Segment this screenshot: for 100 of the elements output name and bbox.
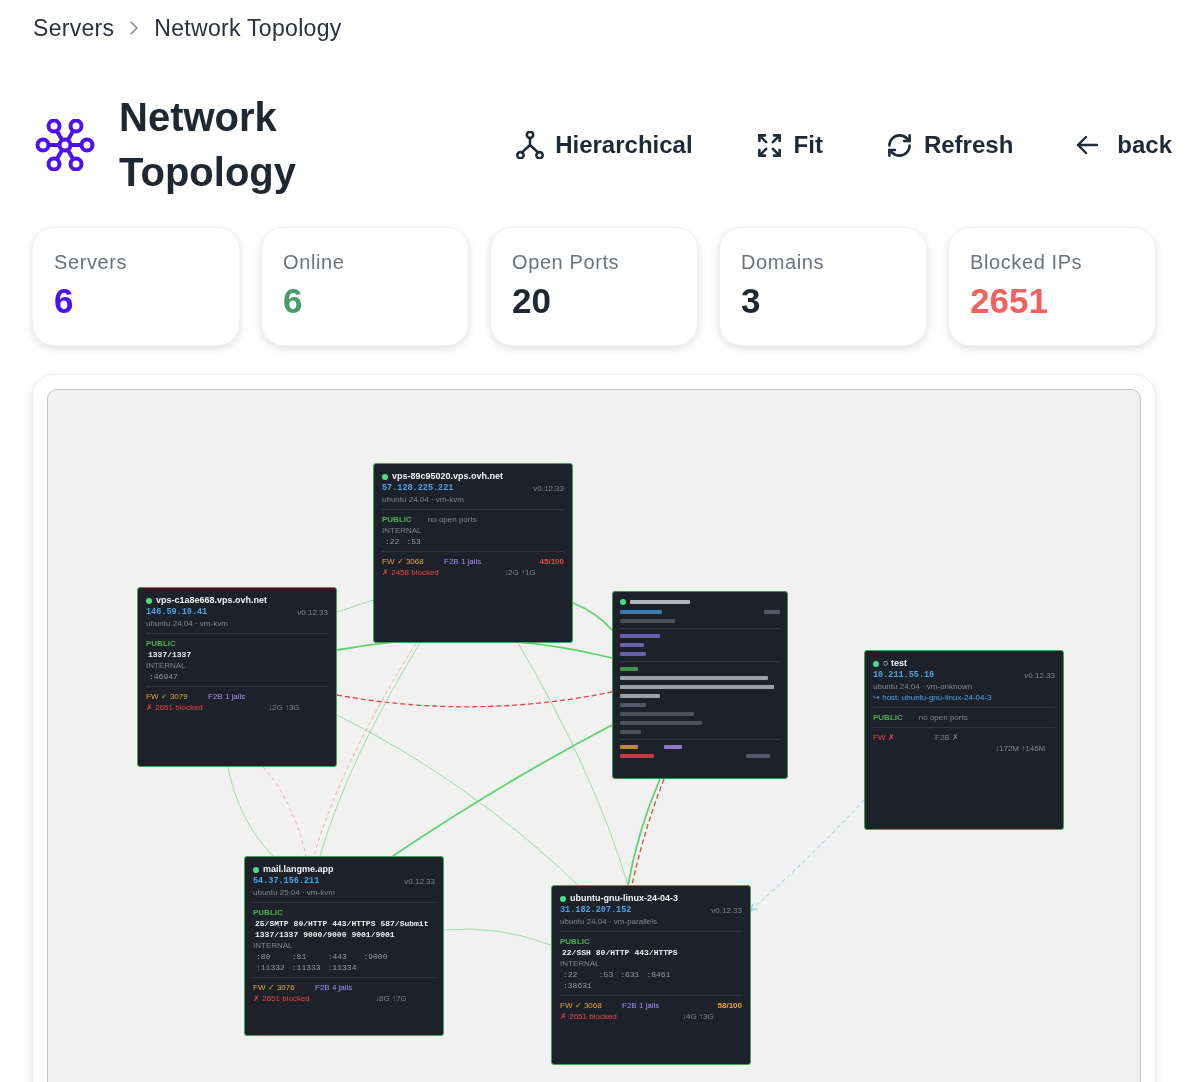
port-label: 80/HTTP bbox=[595, 947, 630, 958]
stat-label: Online bbox=[283, 250, 345, 274]
server-name: mail.langme.app bbox=[263, 863, 334, 876]
host-link[interactable]: ↪ host: ubuntu-gnu-linux-24-04-3 bbox=[873, 692, 992, 703]
port-label: :631 bbox=[620, 969, 640, 980]
port-label: :11332 bbox=[256, 962, 285, 973]
os-info: ubuntu 24.04 · vm-parallels bbox=[560, 916, 657, 927]
section-label: PUBLIC bbox=[382, 514, 412, 525]
fit-button[interactable]: Fit bbox=[739, 119, 839, 171]
blurred-text bbox=[620, 754, 654, 758]
port-label: :53 bbox=[406, 536, 421, 547]
port-label: :80 bbox=[256, 951, 272, 962]
port-label: :443 bbox=[327, 951, 348, 962]
page-title: Network Topology bbox=[119, 94, 297, 196]
stat-label: Open Ports bbox=[512, 250, 620, 274]
port-label: :22 bbox=[385, 536, 400, 547]
traffic-info: ↓8G ↑7G bbox=[375, 993, 407, 1004]
port-label: :81 bbox=[291, 951, 308, 962]
firewall-status: FW ✓ 3068 bbox=[560, 1000, 602, 1011]
port-label: :38631 bbox=[563, 980, 592, 991]
server-node[interactable]: vps-89c95020.vps.ovh.net 57.128.225.221 v0.12.33 ubuntu 24.04 · vm-kvm PUBLIC no open ports INTERNAL :22 :53 FW ✓ 3068 F2B 1 jails 45/100 ✗ 2458 blocked ↓2G ↑1G bbox=[373, 463, 573, 643]
arrow-left-icon bbox=[1076, 135, 1099, 155]
fail2ban-status: F2B 1 jails bbox=[622, 1000, 660, 1011]
fail2ban-status: F2B ✗ bbox=[935, 732, 959, 743]
port-label: 587/Submit bbox=[380, 918, 429, 929]
port-label: 443/HTTPS bbox=[634, 947, 678, 958]
stat-value: 2651 bbox=[970, 281, 1048, 321]
traffic-info: ↓2G ↑3G bbox=[268, 702, 300, 713]
server-node[interactable]: ubuntu-gnu-linux-24-04-3 31.182.207.152 v0.12.33 ubuntu 24.04 · vm-parallels PUBLIC 22/SSH 80/HTTP 443/HTTPS INTERNAL :22 :53 :631 :8461 :38631 FW ✓ 3068 F2B 1 jails 58/100 ✗ 2651 blocked ↓4G ↑3G bbox=[551, 885, 751, 1065]
blocked-count: ✗ 2651 blocked bbox=[146, 702, 203, 713]
server-name: vps-89c95020.vps.ovh.net bbox=[392, 470, 504, 483]
refresh-icon bbox=[885, 131, 913, 159]
stat-value: 6 bbox=[283, 281, 303, 321]
connection-line bbox=[572, 602, 613, 631]
port-label: :11333 bbox=[291, 962, 321, 973]
network-logo-icon bbox=[35, 119, 95, 171]
fail2ban-status: F2B 4 jails bbox=[315, 982, 353, 993]
server-name: ○ test bbox=[883, 657, 907, 670]
empty-note: no open ports bbox=[427, 514, 477, 525]
section-label: PUBLIC bbox=[873, 712, 903, 723]
section-label: INTERNAL bbox=[253, 940, 293, 951]
stat-label: Servers bbox=[54, 250, 128, 274]
expand-icon bbox=[755, 131, 783, 159]
port-label: 9001/9001 bbox=[351, 929, 395, 940]
server-name: ubuntu-gnu-linux-24-04-3 bbox=[570, 892, 678, 905]
blurred-text bbox=[630, 600, 690, 604]
breadcrumb-link[interactable]: Servers bbox=[33, 14, 115, 42]
stat-label: Domains bbox=[741, 250, 825, 274]
fail2ban-status: F2B 1 jails bbox=[208, 691, 246, 702]
ip-address: 31.182.207.152 bbox=[560, 905, 632, 916]
port-label: 9000/9000 bbox=[303, 929, 347, 940]
os-info: ubuntu 24.04 · vm-kvm bbox=[146, 618, 228, 629]
port-label: 80/HTTP bbox=[293, 918, 328, 929]
blurred-text bbox=[746, 754, 770, 758]
os-info: ubuntu 24.04 · vm-unknown bbox=[873, 681, 973, 692]
server-node[interactable]: vps-c1a8e668.vps.ovh.net 146.59.10.41 v0.12.33 ubuntu 24.04 · vm-kvm PUBLIC 1337/1337 INTERNAL :46947 FW ✓ 3079 F2B 1 jails ✗ 2651 blocked ↓2G ↑3G bbox=[137, 587, 337, 767]
chevron-right-icon bbox=[130, 21, 139, 35]
firewall-status: FW ✓ 3076 bbox=[253, 982, 295, 993]
blurred-server-node[interactable] bbox=[612, 591, 788, 779]
blurred-text bbox=[620, 619, 675, 623]
firewall-status: FW ✓ 3079 bbox=[146, 691, 188, 702]
section-label: INTERNAL bbox=[560, 958, 600, 969]
blurred-text bbox=[620, 730, 641, 734]
port-label: :46947 bbox=[149, 671, 178, 682]
refresh-button[interactable]: Refresh bbox=[869, 119, 1030, 171]
section-label: PUBLIC bbox=[560, 936, 590, 947]
blurred-text bbox=[620, 694, 660, 698]
port-label: 25/SMTP bbox=[255, 918, 289, 929]
server-node[interactable]: ○ test 10.211.55.16 v0.12.33 ubuntu 24.04 · vm-unknown ↪ host: ubuntu-gnu-linux-24-04-3 PUBLIC no open ports FW ✗ F2B ✗ ↓172M ↑146M bbox=[864, 650, 1064, 830]
layout-button[interactable]: Hierarchical bbox=[500, 119, 709, 171]
blurred-text bbox=[764, 610, 780, 614]
ip-address: 57.128.225.221 bbox=[382, 483, 454, 494]
server-node[interactable] bbox=[244, 856, 444, 1036]
firewall-status: FW ✗ bbox=[873, 732, 895, 743]
back-button[interactable]: back bbox=[1060, 119, 1188, 171]
blurred-text bbox=[620, 643, 644, 647]
traffic-info: ↓172M ↑146M bbox=[995, 743, 1046, 754]
security-score: 58/100 bbox=[717, 1000, 742, 1011]
ip-address: 10.211.55.16 bbox=[873, 670, 935, 681]
section-label: PUBLIC bbox=[146, 638, 176, 649]
blocked-count: ✗ 2651 blocked bbox=[560, 1011, 617, 1022]
traffic-info: ↓2G ↑1G bbox=[504, 567, 536, 578]
stat-value: 6 bbox=[54, 281, 74, 321]
section-label: PUBLIC bbox=[253, 907, 283, 918]
os-info: ubuntu 25.04 · vm-kvm bbox=[253, 887, 335, 898]
port-label: 1337/1337 bbox=[255, 929, 299, 940]
agent-version: v0.12.33 bbox=[404, 876, 435, 887]
agent-version: v0.12.33 bbox=[1024, 670, 1055, 681]
stat-label: Blocked IPs bbox=[970, 250, 1083, 274]
agent-version: v0.12.33 bbox=[711, 905, 742, 916]
section-label: INTERNAL bbox=[382, 525, 422, 536]
port-label: :8461 bbox=[646, 969, 671, 980]
blocked-count: ✗ 2458 blocked bbox=[382, 567, 439, 578]
port-label: 443/HTTPS bbox=[332, 918, 376, 929]
blurred-text bbox=[620, 610, 662, 614]
blurred-text bbox=[620, 667, 638, 671]
blurred-text bbox=[664, 745, 682, 749]
port-label: :22 bbox=[563, 969, 579, 980]
port-label: 22/SSH bbox=[562, 947, 591, 958]
blurred-text bbox=[620, 634, 660, 638]
